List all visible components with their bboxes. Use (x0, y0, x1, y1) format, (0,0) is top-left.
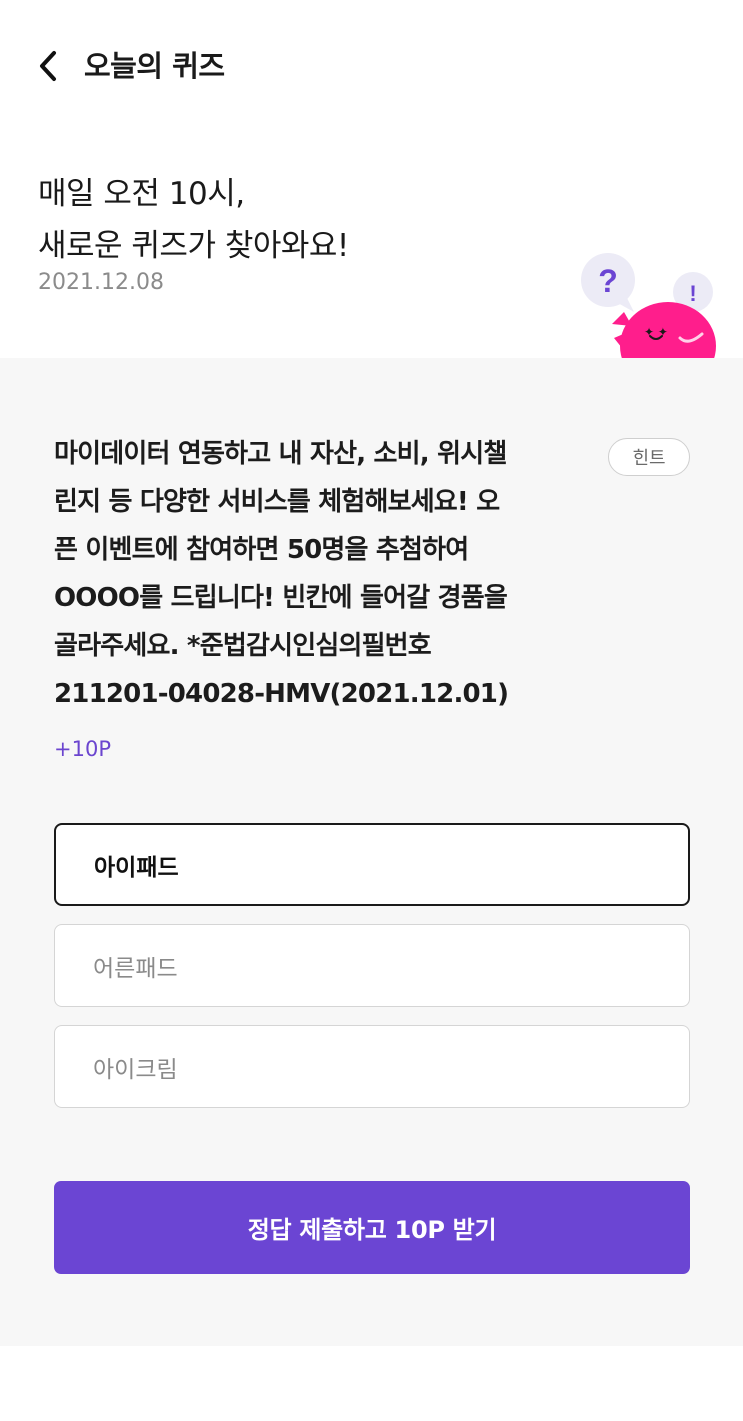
chevron-left-icon (40, 51, 56, 81)
page-title: 오늘의 퀴즈 (84, 49, 225, 83)
question-line: 마이데이터 연동하고 내 자산, 소비, 위시챌 (54, 439, 507, 469)
svg-text:✦ ✦: ✦ ✦ (644, 325, 668, 339)
hint-button[interactable]: 힌트 (608, 438, 690, 476)
mascot-illustration: ? ! ✦ ✦ (581, 253, 716, 358)
question-line: OOOO를 드립니다! 빈칸에 들어갈 경품을 (54, 583, 508, 613)
quiz-page: 오늘의 퀴즈 매일 오전 10시, 새로운 퀴즈가 찾아와요! 2021.12.… (0, 0, 743, 1421)
answer-option-adult-pad[interactable]: 어른패드 (54, 924, 690, 1007)
intro-headline: 매일 오전 10시, 새로운 퀴즈가 찾아와요! (38, 168, 349, 272)
option-label: 아이패드 (94, 854, 179, 881)
question-bubble: ? (581, 253, 635, 312)
quiz-date: 2021.12.08 (38, 270, 164, 295)
quiz-question: 마이데이터 연동하고 내 자산, 소비, 위시챌 린지 등 다양한 서비스를 체… (54, 430, 599, 718)
option-label: 어른패드 (93, 955, 178, 982)
question-line: 픈 이벤트에 참여하면 50명을 추첨하여 (54, 535, 469, 565)
back-button[interactable] (28, 44, 68, 88)
submit-answer-button[interactable]: 정답 제출하고 10P 받기 (54, 1181, 690, 1274)
headline-line-1: 매일 오전 10시, (38, 176, 245, 212)
question-line: 골라주세요. *준법감시인심의필번호 (54, 631, 432, 661)
quiz-intro: 매일 오전 10시, 새로운 퀴즈가 찾아와요! 2021.12.08 ? ! (0, 132, 743, 358)
question-line: 린지 등 다양한 서비스를 체험해보세요! 오 (54, 487, 500, 517)
reward-points: +10P (54, 737, 111, 761)
app-header: 오늘의 퀴즈 (0, 0, 743, 132)
question-line: 211201-04028-HMV(2021.12.01) (54, 679, 509, 709)
answer-option-eye-cream[interactable]: 아이크림 (54, 1025, 690, 1108)
option-label: 아이크림 (93, 1056, 178, 1083)
answer-option-ipad[interactable]: 아이패드 (54, 823, 690, 906)
exclamation-mark: ! (689, 281, 696, 306)
quiz-panel: 마이데이터 연동하고 내 자산, 소비, 위시챌 린지 등 다양한 서비스를 체… (0, 358, 743, 1346)
headline-line-2: 새로운 퀴즈가 찾아와요! (38, 228, 349, 264)
question-mark: ? (598, 263, 618, 299)
